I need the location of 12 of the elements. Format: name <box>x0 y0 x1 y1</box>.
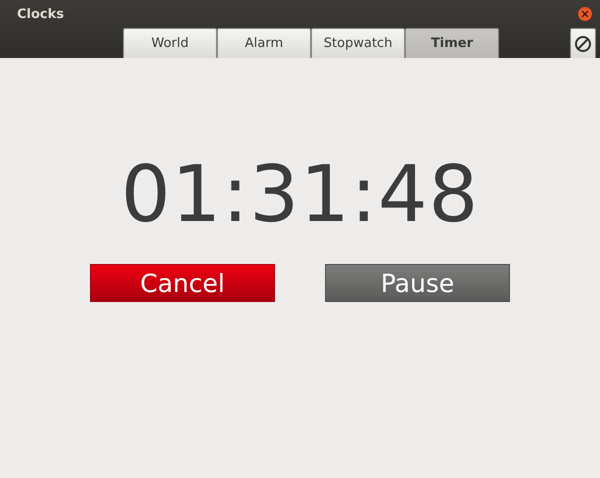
tab[interactable]: Timer <box>405 28 499 58</box>
tab[interactable]: Alarm <box>217 28 311 58</box>
close-button[interactable] <box>578 7 592 21</box>
timer-display: 01:31:48 <box>120 150 480 240</box>
pause-button[interactable]: Pause <box>325 264 510 302</box>
cancel-button[interactable]: Cancel <box>90 264 275 302</box>
close-icon <box>582 11 588 17</box>
stop-button[interactable] <box>570 28 596 58</box>
tab[interactable]: Stopwatch <box>311 28 405 58</box>
no-entry-icon <box>574 34 592 52</box>
tab[interactable]: World <box>123 28 217 58</box>
window-title: Clocks <box>17 6 64 22</box>
